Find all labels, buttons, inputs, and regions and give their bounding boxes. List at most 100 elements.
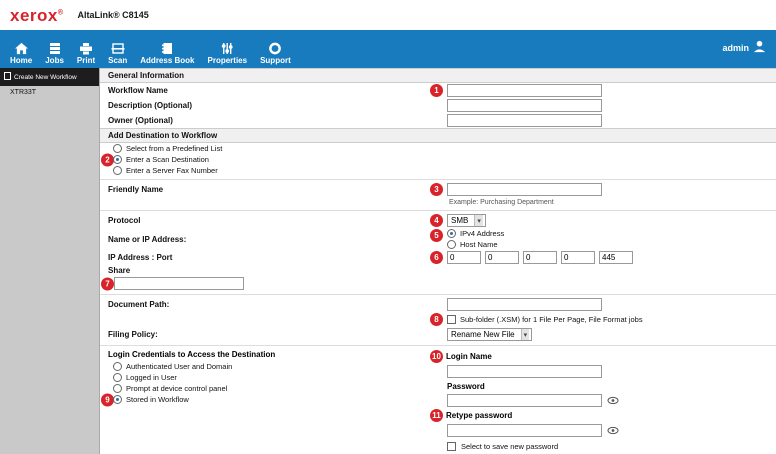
share-label-row: Share: [100, 265, 776, 276]
share-label: Share: [108, 266, 430, 275]
ip-octet-3-input[interactable]: [523, 251, 557, 264]
annotation-5: 5: [430, 229, 443, 242]
login-name-label-row: 10 Login Name: [430, 350, 619, 363]
destination-option-fax[interactable]: Enter a Server Fax Number: [100, 165, 776, 176]
nav-item-support[interactable]: Support: [260, 41, 291, 65]
xerox-logo: xerox®: [10, 7, 64, 24]
nav-item-jobs[interactable]: Jobs: [45, 41, 64, 65]
description-label: Description (Optional): [108, 101, 430, 110]
properties-icon: [220, 41, 234, 55]
workflow-name-input[interactable]: [447, 84, 602, 97]
ip-octet-2-input[interactable]: [485, 251, 519, 264]
login-name-input[interactable]: [447, 365, 602, 378]
owner-row: Owner (Optional): [100, 113, 776, 128]
login-option-authenticated[interactable]: Authenticated User and Domain: [108, 361, 430, 372]
sidebar: Create New Workflow XTR33T: [0, 68, 100, 454]
document-path-label: Document Path:: [108, 300, 430, 309]
login-option-logged-in[interactable]: Logged in User: [108, 372, 430, 383]
description-row: Description (Optional): [100, 98, 776, 113]
ipv4-radio[interactable]: [447, 229, 456, 238]
sidebar-item-create-new-workflow[interactable]: Create New Workflow: [0, 68, 99, 86]
stored-in-workflow-radio[interactable]: [113, 395, 122, 404]
ip-address-label: IP Address : Port: [108, 253, 430, 262]
show-retype-password-icon[interactable]: [607, 426, 619, 435]
password-input[interactable]: [447, 394, 602, 407]
scan-destination-radio[interactable]: [113, 155, 122, 164]
print-icon: [79, 41, 93, 55]
nav-item-home[interactable]: Home: [10, 41, 32, 65]
share-input[interactable]: [114, 277, 244, 290]
annotation-8: 8: [430, 313, 443, 326]
save-password-checkbox[interactable]: [447, 442, 456, 451]
server-fax-radio[interactable]: [113, 166, 122, 175]
destination-option-scan[interactable]: 2 Enter a Scan Destination: [100, 154, 776, 165]
ip-octet-1-input[interactable]: [447, 251, 481, 264]
login-option-prompt[interactable]: Prompt at device control panel: [108, 383, 430, 394]
save-password-option[interactable]: Select to save new password: [447, 442, 619, 451]
ip-port-input[interactable]: [599, 251, 633, 264]
prompt-at-panel-radio[interactable]: [113, 384, 122, 393]
host-name-option[interactable]: Host Name: [447, 240, 504, 249]
description-input[interactable]: [447, 99, 602, 112]
support-icon: [268, 41, 282, 55]
protocol-select[interactable]: SMB ▾: [447, 214, 486, 227]
section-bar-general-information: General Information: [100, 68, 776, 83]
home-icon: [14, 41, 29, 55]
annotation-6: 6: [430, 251, 443, 264]
logged-in-user-radio[interactable]: [113, 373, 122, 382]
owner-input[interactable]: [447, 114, 602, 127]
page: xerox® AltaLink® C8145 Home Jobs Print S…: [0, 0, 776, 454]
ipv4-option[interactable]: IPv4 Address: [447, 229, 504, 238]
divider: [100, 294, 776, 295]
show-password-icon[interactable]: [607, 396, 619, 405]
retype-password-label-row: 11 Retype password: [430, 409, 619, 422]
friendly-name-row: Friendly Name 3: [100, 182, 776, 197]
address-book-icon: [160, 41, 174, 55]
annotation-3: 3: [430, 183, 443, 196]
protocol-row: Protocol 4 SMB ▾: [100, 213, 776, 228]
predefined-list-radio[interactable]: [113, 144, 122, 153]
friendly-name-label: Friendly Name: [108, 185, 430, 194]
subfolder-label: Sub-folder (.XSM) for 1 File Per Page, F…: [460, 315, 643, 324]
address-type-row: Name or IP Address: 5 IPv4 Address Host …: [100, 228, 776, 250]
login-credentials-label: Login Credentials to Access the Destinat…: [108, 350, 430, 359]
subfolder-checkbox[interactable]: [447, 315, 456, 324]
filing-policy-select[interactable]: Rename New File ▾: [447, 328, 532, 341]
annotation-4: 4: [430, 214, 443, 227]
friendly-name-input[interactable]: [447, 183, 602, 196]
divider: [100, 345, 776, 346]
scan-icon: [111, 41, 125, 55]
sidebar-item-xtr33t[interactable]: XTR33T: [0, 86, 99, 99]
nav-item-properties[interactable]: Properties: [208, 41, 248, 65]
header: xerox® AltaLink® C8145: [0, 0, 776, 30]
main-nav: Home Jobs Print Scan Address Book Proper…: [0, 30, 776, 68]
login-name-label: Login Name: [446, 352, 492, 361]
protocol-label: Protocol: [108, 216, 430, 225]
nav-item-address-book[interactable]: Address Book: [140, 41, 194, 65]
authenticated-user-radio[interactable]: [113, 362, 122, 371]
annotation-1: 1: [430, 84, 443, 97]
annotation-11: 11: [430, 409, 443, 422]
retype-password-input[interactable]: [447, 424, 602, 437]
owner-label: Owner (Optional): [108, 116, 430, 125]
host-name-radio[interactable]: [447, 240, 456, 249]
subfolder-row: 8 Sub-folder (.XSM) for 1 File Per Page,…: [100, 312, 776, 327]
destination-option-predefined[interactable]: Select from a Predefined List: [100, 143, 776, 154]
share-input-row: 7: [100, 276, 776, 291]
divider: [100, 179, 776, 180]
nav-item-scan[interactable]: Scan: [108, 41, 127, 65]
document-path-input[interactable]: [447, 298, 602, 311]
workflow-name-label: Workflow Name: [108, 86, 430, 95]
ip-address-row: IP Address : Port 6: [100, 250, 776, 265]
workflow-doc-icon: [4, 72, 11, 82]
chevron-down-icon: ▾: [521, 329, 530, 340]
login-option-stored[interactable]: 9 Stored in Workflow: [108, 394, 430, 405]
nav-item-print[interactable]: Print: [77, 41, 95, 65]
admin-user-menu[interactable]: admin: [722, 40, 766, 55]
filing-policy-label: Filing Policy:: [108, 330, 430, 339]
device-model: AltaLink® C8145: [78, 10, 149, 20]
address-type-label: Name or IP Address:: [108, 235, 430, 244]
ip-octet-4-input[interactable]: [561, 251, 595, 264]
filing-policy-row: Filing Policy: Rename New File ▾: [100, 327, 776, 342]
workflow-name-row: Workflow Name 1: [100, 83, 776, 98]
